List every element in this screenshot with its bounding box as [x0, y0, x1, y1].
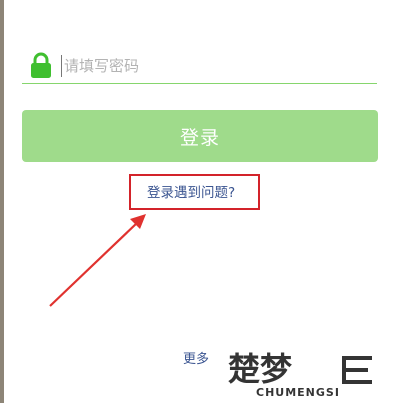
login-button[interactable]: 登录 — [22, 110, 378, 162]
lock-icon — [31, 52, 51, 78]
watermark-logo: 楚梦 CHUMENGSI — [228, 350, 372, 399]
password-underline — [22, 83, 377, 84]
text-caret — [61, 55, 62, 77]
password-input[interactable] — [64, 50, 364, 82]
more-link[interactable]: 更多 — [183, 348, 209, 367]
login-problem-link[interactable]: 登录遇到问题? — [147, 181, 235, 201]
left-edge-strip — [0, 0, 4, 403]
watermark-subtext: CHUMENGSI — [256, 386, 340, 399]
watermark-text: 楚梦 — [228, 350, 292, 388]
